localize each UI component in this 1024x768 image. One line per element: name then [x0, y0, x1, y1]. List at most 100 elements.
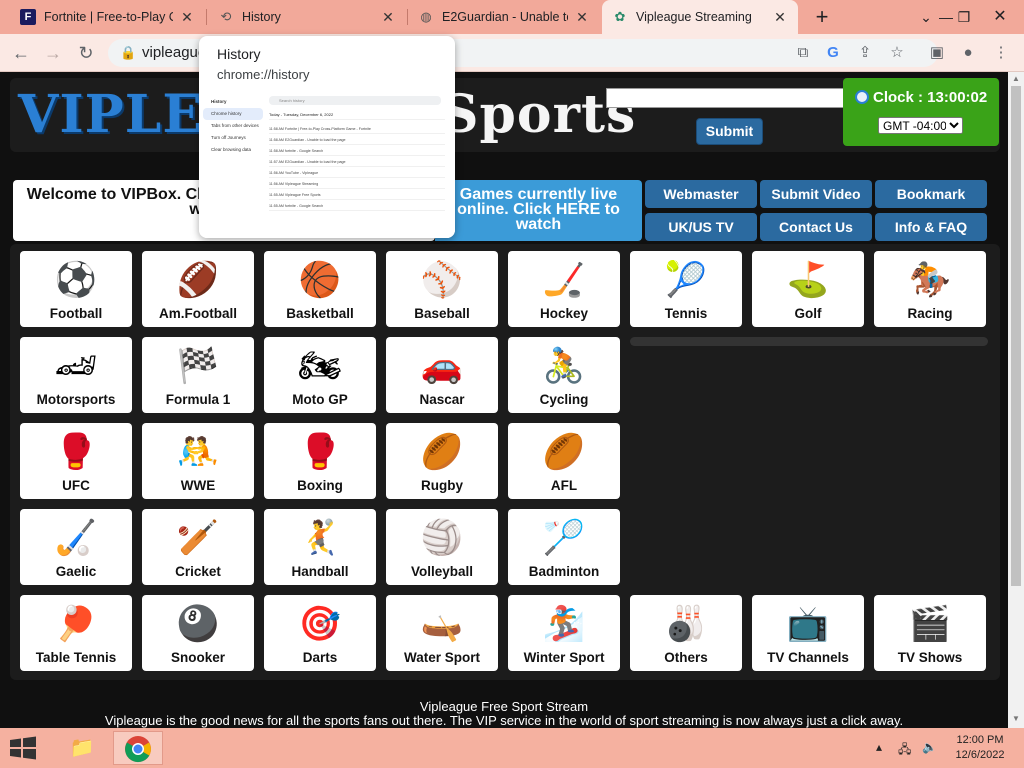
side-panel-icon[interactable]: ▣ [926, 42, 948, 64]
sport-tile-table-tennis[interactable]: 🏓 Table Tennis [20, 595, 132, 671]
tab-vipleague[interactable]: ✿ Vipleague Streaming ✕ [602, 0, 798, 34]
blocked-popup-icon[interactable]: ⧉ [792, 42, 814, 64]
window-close-button[interactable]: ✕ [982, 0, 1018, 34]
taskbar: 📁 ▴ 🖧 🔈 12:00 PM 12/6/2022 [0, 728, 1024, 768]
alarm-clock-icon [855, 90, 869, 104]
sport-label: Tennis [664, 306, 708, 321]
sport-tile-handball[interactable]: 🤾 Handball [264, 509, 376, 585]
sport-tile-basketball[interactable]: 🏀 Basketball [264, 251, 376, 327]
sport-tile-gaelic[interactable]: 🏑 Gaelic [20, 509, 132, 585]
sport-tile-nascar[interactable]: 🚗 Nascar [386, 337, 498, 413]
google-icon[interactable]: G [822, 42, 844, 64]
sport-tile-winter-sport[interactable]: 🏂 Winter Sport [508, 595, 620, 671]
sport-tile-racing[interactable]: 🏇 Racing [874, 251, 986, 327]
menu-icon[interactable]: ⋮ [990, 42, 1012, 64]
profile-icon[interactable]: ● [957, 42, 979, 64]
sport-tile-tv-shows[interactable]: 🎬 TV Shows [874, 595, 986, 671]
chrome-icon[interactable] [113, 731, 163, 765]
url-text[interactable]: vipleague [142, 44, 206, 61]
forward-icon[interactable]: → [40, 40, 66, 66]
sport-label: Boxing [297, 478, 343, 493]
file-explorer-icon[interactable]: 📁 [57, 731, 107, 765]
search-input[interactable] [606, 88, 844, 108]
sport-tile-boxing[interactable]: 🥊 Boxing [264, 423, 376, 499]
nav-uk-us-tv[interactable]: UK/US TV [645, 213, 757, 241]
scroll-up-icon[interactable]: ▲ [1011, 74, 1021, 86]
nav-info-faq[interactable]: Info & FAQ [875, 213, 987, 241]
clock-panel: Clock : 13:00:02 GMT -04:00 [843, 78, 999, 146]
page-scrollbar[interactable]: ▲ ▼ [1008, 72, 1024, 728]
tab-title: E2Guardian - Unable to l [442, 10, 568, 24]
sport-tile-wwe[interactable]: 🤼 WWE [142, 423, 254, 499]
close-icon[interactable]: ✕ [380, 9, 396, 26]
close-icon[interactable]: ✕ [179, 9, 195, 26]
restore-button[interactable]: ❐ [946, 0, 982, 34]
preview-date: Today - Tuesday, December 6, 2022 [269, 110, 445, 120]
live-games-link[interactable]: Games currently live online. Click HERE … [435, 180, 642, 241]
tab-e2guardian[interactable]: ◍ E2Guardian - Unable to l ✕ [408, 0, 600, 34]
sport-label: Cycling [539, 392, 589, 407]
sport-tile-badminton[interactable]: 🏸 Badminton [508, 509, 620, 585]
sport-tile-rugby[interactable]: 🏉 Rugby [386, 423, 498, 499]
sport-tile-golf[interactable]: ⛳ Golf [752, 251, 864, 327]
tv-shows-icon: 🎬 [908, 605, 952, 643]
sport-tile-moto-gp[interactable]: 🏍 Moto GP [264, 337, 376, 413]
gaelic-player-icon: 🏑 [54, 519, 98, 557]
sport-label: Badminton [528, 564, 600, 579]
scrollbar-thumb[interactable] [1011, 86, 1021, 586]
network-icon[interactable]: 🖧 [898, 740, 911, 761]
tab-history[interactable]: ⟲ History ✕ [208, 0, 406, 34]
scroll-down-icon[interactable]: ▼ [1011, 714, 1021, 726]
sport-tile-volleyball[interactable]: 🏐 Volleyball [386, 509, 498, 585]
sport-tile-others[interactable]: 🎳 Others [630, 595, 742, 671]
sport-label: Golf [794, 306, 822, 321]
close-icon[interactable]: ✕ [772, 9, 788, 26]
submit-button[interactable]: Submit [696, 118, 763, 145]
sport-tile-hockey[interactable]: 🏒 Hockey [508, 251, 620, 327]
tab-title: Vipleague Streaming [636, 10, 752, 24]
nav-webmaster[interactable]: Webmaster [645, 180, 757, 208]
share-icon[interactable]: ⇪ [854, 42, 876, 64]
nav-bookmark[interactable]: Bookmark [875, 180, 987, 208]
reload-icon[interactable]: ↻ [73, 40, 99, 66]
windows-start-icon[interactable] [8, 736, 38, 760]
sport-tile-formula-1[interactable]: 🏁 Formula 1 [142, 337, 254, 413]
sport-tile-ufc[interactable]: 🥊 UFC [20, 423, 132, 499]
sport-tile-cricket[interactable]: 🏏 Cricket [142, 509, 254, 585]
bookmark-star-icon[interactable]: ☆ [886, 42, 908, 64]
volume-icon[interactable]: 🔈 [922, 740, 937, 754]
sport-label: Moto GP [292, 392, 348, 407]
sport-tile-tennis[interactable]: 🎾 Tennis [630, 251, 742, 327]
sport-tile-afl[interactable]: 🏉 AFL [508, 423, 620, 499]
sport-tile-tv-channels[interactable]: 📺 TV Channels [752, 595, 864, 671]
new-tab-button[interactable]: + [810, 4, 834, 30]
back-icon[interactable]: ← [8, 40, 34, 66]
timezone-select[interactable]: GMT -04:00 [878, 117, 963, 134]
tab-fortnite[interactable]: F Fortnite | Free-to-Play Cr ✕ [10, 0, 205, 34]
sport-tile-baseball[interactable]: ⚾ Baseball [386, 251, 498, 327]
nav-contact-us[interactable]: Contact Us [760, 213, 872, 241]
close-icon[interactable]: ✕ [574, 9, 590, 26]
sport-tile-football[interactable]: ⚽ Football [20, 251, 132, 327]
sport-label: Volleyball [410, 564, 474, 579]
preview-history-row: 11:58 AM E2Guardian - Unable to load the… [269, 135, 445, 145]
sport-tile-water-sport[interactable]: 🛶 Water Sport [386, 595, 498, 671]
taskbar-clock[interactable]: 12:00 PM 12/6/2022 [950, 733, 1010, 763]
tray-expand-icon[interactable]: ▴ [876, 740, 882, 754]
formula-car-icon: 🏁 [176, 347, 220, 385]
stock-car-icon: 🚗 [420, 347, 464, 385]
nav-submit-video[interactable]: Submit Video [760, 180, 872, 208]
sport-tile-snooker[interactable]: 🎱 Snooker [142, 595, 254, 671]
sport-tile-motorsports[interactable]: 🏎 Motorsports [20, 337, 132, 413]
dartboard-icon: 🎯 [298, 605, 342, 643]
sport-tile-cycling[interactable]: 🚴 Cycling [508, 337, 620, 413]
volleyball-icon: 🏐 [420, 519, 464, 557]
lock-icon[interactable]: 🔒 [120, 45, 136, 61]
shuttlecock-icon: 🏸 [542, 519, 586, 557]
motorcycle-icon: 🏍 [298, 347, 342, 385]
sport-label: Am.Football [159, 306, 237, 321]
sport-tile-darts[interactable]: 🎯 Darts [264, 595, 376, 671]
sport-tile-am-football[interactable]: 🏈 Am.Football [142, 251, 254, 327]
handball-icon: 🤾 [298, 519, 342, 557]
boxing-gloves-icon: 🥊 [298, 433, 342, 471]
